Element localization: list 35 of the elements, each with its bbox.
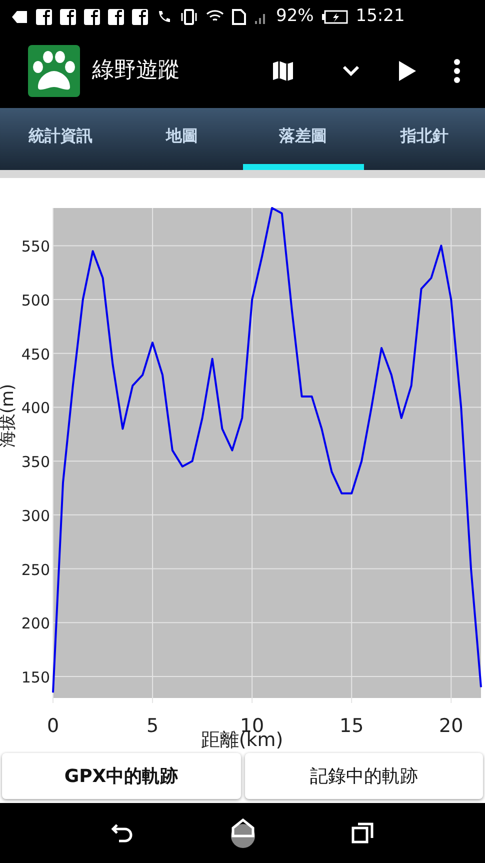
y-axis-title: 海拔(m): [0, 384, 20, 448]
app-notification-icon: [132, 8, 148, 24]
x-tick-label: 15: [340, 715, 364, 737]
y-tick-label: 300: [21, 506, 50, 525]
recent-apps-icon[interactable]: [350, 821, 374, 845]
battery-percent: 92%: [276, 4, 314, 28]
notification-icon: [12, 10, 28, 24]
battery-charging-icon: [322, 10, 348, 24]
y-tick-label: 200: [21, 614, 50, 633]
track-source-button[interactable]: GPX中的軌跡: [2, 753, 240, 799]
tab[interactable]: 指北針: [364, 108, 485, 170]
y-tick-label: 250: [21, 560, 50, 579]
phone-icon: [156, 8, 172, 24]
back-icon[interactable]: [110, 822, 134, 844]
tab[interactable]: 統計資訊: [0, 108, 122, 170]
y-tick-label: 400: [21, 399, 50, 418]
x-tick-label: 0: [46, 715, 60, 737]
app-notification-icon: [36, 8, 52, 24]
clock: 15:21: [356, 4, 405, 28]
app-notification-icon: [84, 8, 100, 24]
x-tick-label: 5: [146, 715, 159, 737]
x-tick-label: 20: [439, 715, 464, 737]
sim-card-icon: [232, 8, 246, 24]
tab[interactable]: 地圖: [121, 108, 242, 170]
track-source-button[interactable]: 記錄中的軌跡: [244, 753, 483, 799]
app-notification-icon: [108, 8, 124, 24]
y-tick-label: 500: [21, 292, 50, 310]
app-notification-icon: [60, 8, 76, 24]
y-tick-label: 550: [21, 238, 50, 256]
y-tick-label: 150: [21, 668, 50, 686]
vibrate-icon: [180, 8, 198, 24]
app-logo-paw-icon: [28, 44, 80, 96]
y-tick-label: 350: [21, 453, 50, 472]
y-tick-label: 450: [21, 345, 50, 364]
app-title: 綠野遊蹤: [92, 57, 181, 85]
